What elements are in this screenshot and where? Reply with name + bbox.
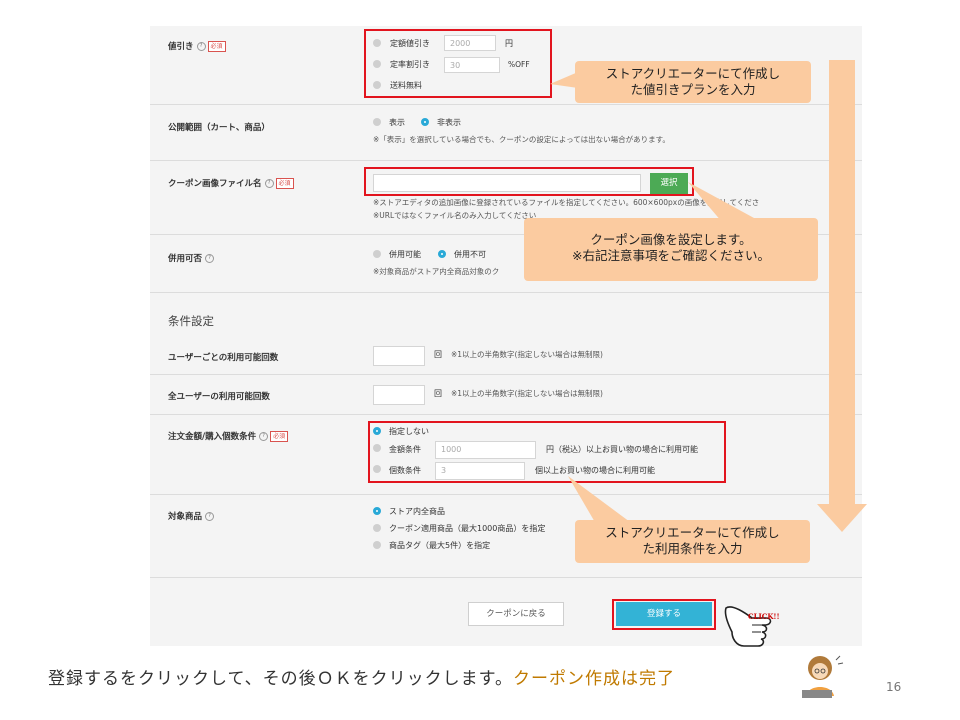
- radio-combinable-no[interactable]: [438, 250, 446, 258]
- help-icon[interactable]: ?: [205, 512, 215, 521]
- callout-image-line1: クーポン画像を設定します。: [590, 232, 752, 247]
- all-users-limit-unit: 回: [434, 389, 442, 398]
- coupon-image-note-1: ※ストアエディタの追加画像に登録されているファイルを指定してください。600×6…: [373, 198, 760, 207]
- pointing-hand-icon: [724, 606, 772, 647]
- combinable-yes-label: 併用可能: [389, 250, 421, 259]
- target-products-label-text: 対象商品: [168, 512, 203, 522]
- highlight-conditions-box: [368, 421, 726, 483]
- coupon-image-label-text: クーポン画像ファイル名: [168, 179, 262, 189]
- target-products-label: 対象商品?: [168, 510, 215, 522]
- callout-pointer: [568, 476, 630, 524]
- all-users-limit-label: 全ユーザーの利用可能回数: [168, 392, 270, 402]
- divider: [150, 494, 862, 495]
- per-user-limit-input[interactable]: [373, 346, 425, 366]
- combinable-no-label: 併用不可: [454, 250, 486, 259]
- combinable-label: 併用可否?: [168, 252, 215, 264]
- highlight-discount-box: [364, 29, 552, 98]
- caption-text: 登録するをクリックして、その後ＯＫをクリックします。: [48, 669, 513, 689]
- conditions-heading: 条件設定: [168, 314, 214, 328]
- divider: [150, 104, 862, 105]
- product-tags-label: 商品タグ（最大5件）を指定: [389, 541, 491, 550]
- radio-all-products[interactable]: [373, 507, 381, 515]
- divider: [150, 414, 862, 415]
- combinable-note: ※対象商品がストア内全商品対象のク: [373, 267, 500, 276]
- instruction-caption: 登録するをクリックして、その後ＯＫをクリックします。クーポン作成は完了: [48, 664, 675, 689]
- help-icon[interactable]: ?: [196, 42, 206, 51]
- highlight-image-box: [364, 167, 694, 196]
- required-badge: 必須: [275, 178, 294, 189]
- highlight-register-box: [612, 599, 716, 630]
- callout-image: クーポン画像を設定します。 ※右記注意事項をご確認ください。: [524, 218, 818, 281]
- divider: [150, 374, 862, 375]
- combinable-label-text: 併用可否: [168, 254, 203, 264]
- help-icon[interactable]: ?: [205, 254, 215, 263]
- all-users-limit-input[interactable]: [373, 385, 425, 405]
- help-icon[interactable]: ?: [264, 179, 274, 188]
- all-users-limit-note: ※1以上の半角数字(指定しない場合は無制限): [451, 389, 603, 398]
- discount-label: 値引き? 必須: [168, 40, 226, 52]
- caption-highlight: クーポン作成は完了: [512, 669, 675, 689]
- callout-discount-line1: ストアクリエーターにて作成し: [605, 66, 781, 81]
- help-icon[interactable]: ?: [259, 432, 269, 441]
- visibility-show-label: 表示: [389, 118, 405, 127]
- back-to-coupons-button[interactable]: クーポンに戻る: [468, 602, 564, 626]
- radio-combinable-yes[interactable]: [373, 250, 381, 258]
- down-arrow-icon: [817, 60, 867, 532]
- coupon-products-label: クーポン適用商品（最大1000商品）を指定: [389, 524, 546, 533]
- callout-conditions-line2: た利用条件を入力: [642, 541, 743, 556]
- visibility-note: ※「表示」を選択している場合でも、クーポンの設定によっては出ない場合があります。: [373, 135, 670, 144]
- page-number: 16: [886, 680, 902, 694]
- callout-conditions-line1: ストアクリエーターにて作成し: [605, 525, 780, 540]
- callout-discount-line2: た値引きプランを入力: [630, 82, 756, 97]
- coupon-image-label: クーポン画像ファイル名? 必須: [168, 177, 294, 189]
- discount-label-text: 値引き: [168, 42, 194, 52]
- click-label: CLICK!!: [748, 612, 780, 621]
- visibility-label: 公開範囲（カート、商品）: [168, 123, 270, 133]
- callout-discount: ストアクリエーターにて作成し た値引きプランを入力: [575, 61, 811, 103]
- required-badge: 必須: [270, 431, 289, 442]
- callout-image-line2: ※右記注意事項をご確認ください。: [572, 248, 770, 263]
- per-user-limit-label: ユーザーごとの利用可能回数: [168, 353, 279, 363]
- order-condition-label: 注文金額/購入個数条件? 必須: [168, 430, 289, 442]
- divider: [150, 292, 862, 293]
- order-condition-label-text: 注文金額/購入個数条件: [168, 432, 257, 442]
- divider: [150, 160, 862, 161]
- visibility-hide-label: 非表示: [437, 118, 461, 127]
- person-at-laptop-icon: [802, 655, 844, 698]
- divider: [150, 577, 862, 578]
- per-user-limit-unit: 回: [434, 350, 442, 359]
- required-badge: 必須: [207, 41, 226, 52]
- coupon-image-note-2: ※URLではなくファイル名のみ入力してください: [373, 211, 537, 220]
- radio-visibility-show[interactable]: [373, 118, 381, 126]
- callout-conditions: ストアクリエーターにて作成し た利用条件を入力: [575, 520, 810, 563]
- radio-product-tags[interactable]: [373, 541, 381, 549]
- per-user-limit-note: ※1以上の半角数字(指定しない場合は無制限): [451, 350, 603, 359]
- radio-coupon-products[interactable]: [373, 524, 381, 532]
- all-products-label: ストア内全商品: [389, 507, 445, 516]
- radio-visibility-hide[interactable]: [421, 118, 429, 126]
